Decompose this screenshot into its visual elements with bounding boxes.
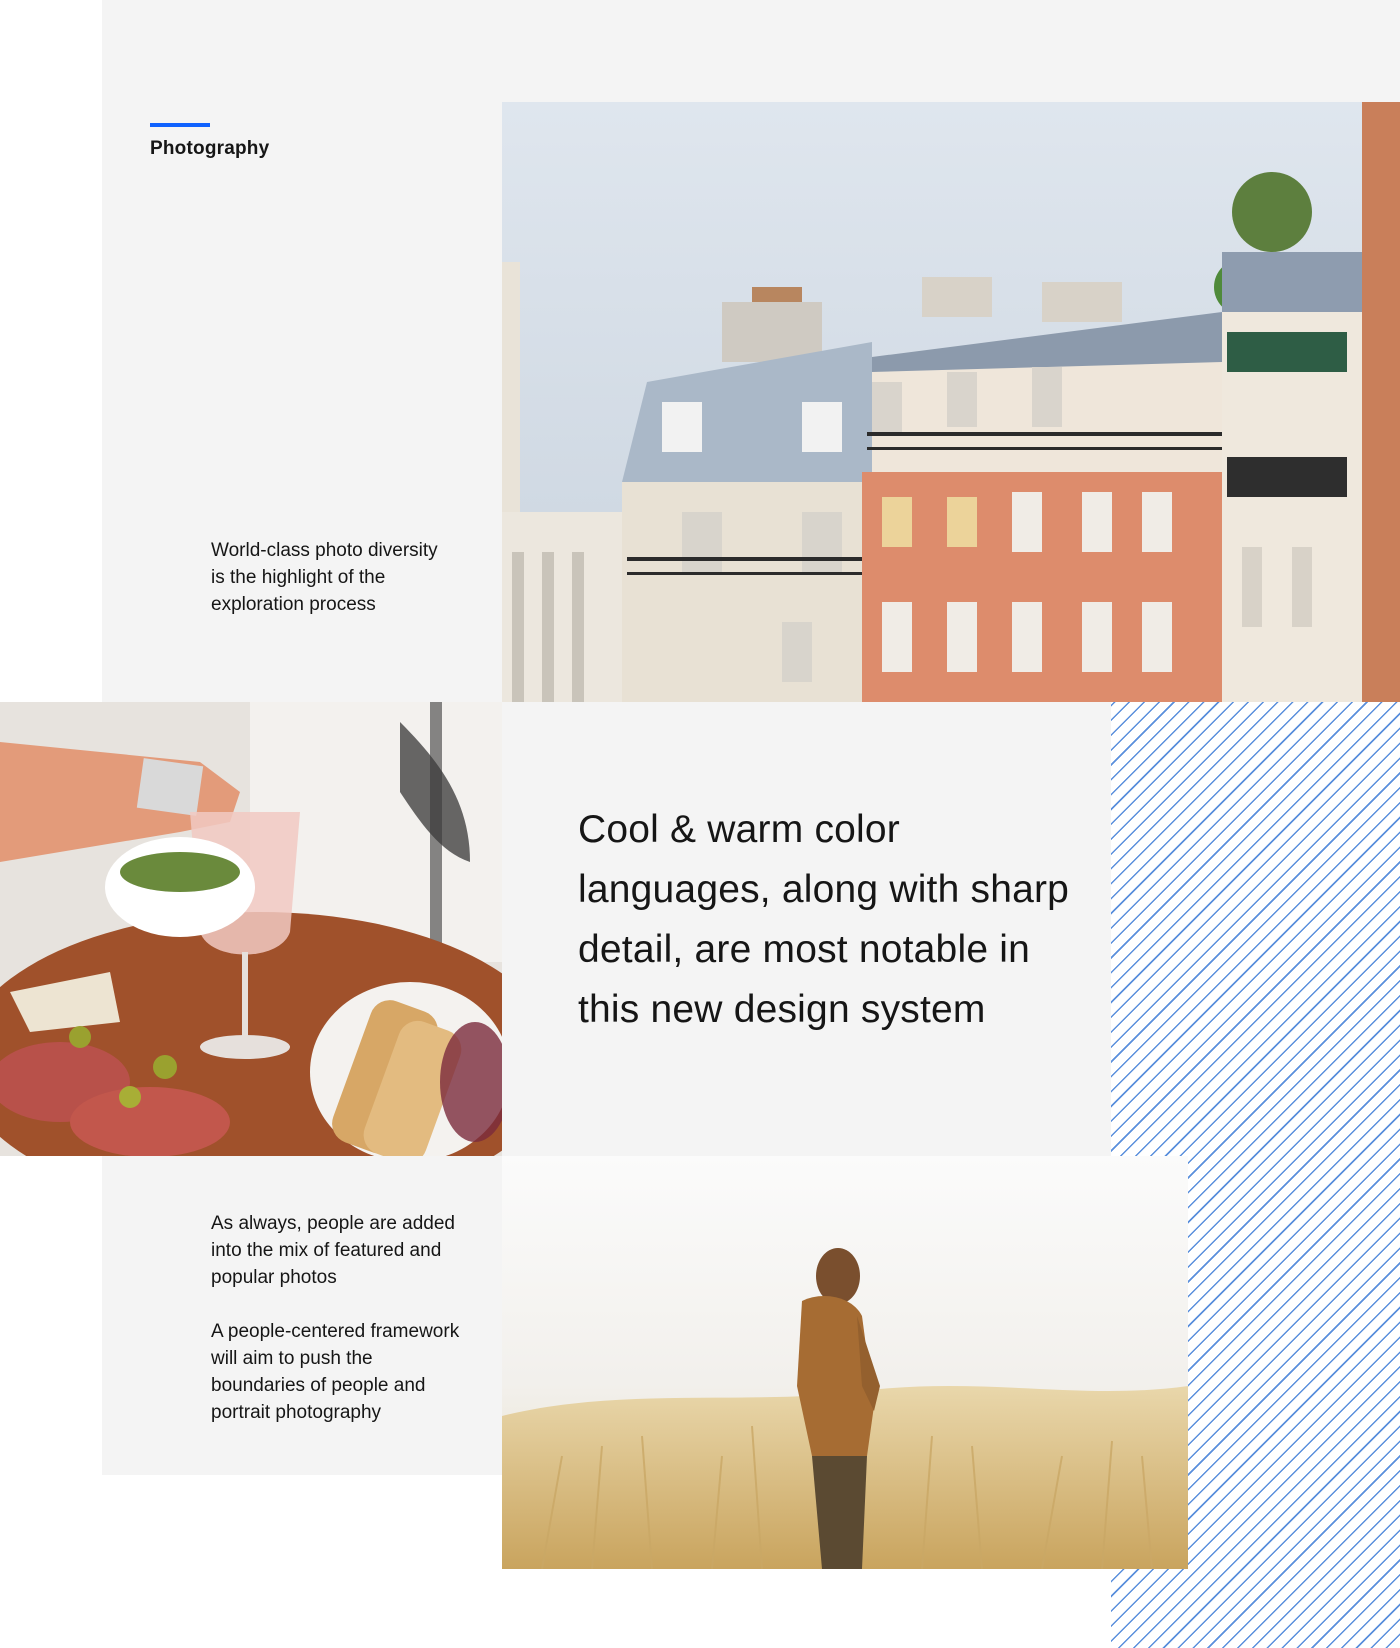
people-copy-panel [102,1156,502,1475]
intro-copy: World-class photo diversity is the highl… [211,540,438,615]
top-gray-band [102,0,1400,102]
accent-bar [150,123,210,127]
section-eyebrow: Photography [150,138,270,159]
people-copy-framework: A people-centered framework will aim to … [211,1321,460,1423]
rose-wine-charcuterie-photo [0,702,502,1156]
people-copy-featured: As always, people are added into the mix… [211,1213,455,1288]
parisian-apartment-buildings-photo [502,102,1400,702]
person-in-wheat-field-photo [502,1156,1188,1569]
feature-headline: Cool & warm color languages, along with … [578,808,1070,1031]
